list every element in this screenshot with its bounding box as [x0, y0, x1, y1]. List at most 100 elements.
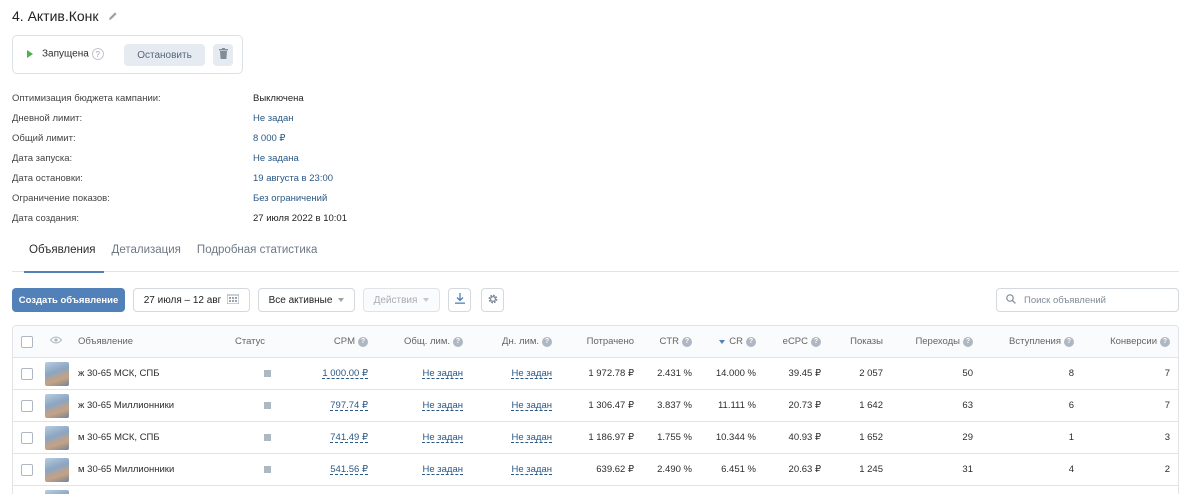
col-clicks[interactable]: Переходы? — [893, 326, 973, 357]
day-limit-value[interactable]: Не задан — [512, 432, 553, 443]
status-indicator — [263, 466, 271, 473]
table-row[interactable] — [13, 486, 1178, 494]
cpm-value[interactable]: 797.74 ₽ — [330, 400, 368, 411]
select-all-checkbox[interactable] — [21, 335, 33, 348]
col-spent[interactable]: Потрачено — [563, 326, 634, 357]
cpm-value[interactable]: 1 000.00 ₽ — [322, 368, 368, 379]
ecpc-value: 40.93 ₽ — [788, 432, 821, 443]
ad-name[interactable]: ж 30-65 МСК, СПБ — [78, 358, 228, 389]
ad-thumbnail[interactable] — [45, 489, 69, 494]
actions-dropdown[interactable]: Действия — [363, 288, 440, 312]
col-total-limit[interactable]: Общ. лим.? — [383, 326, 463, 357]
table-row[interactable]: м 30-65 МСК, СПБ 741.49 ₽ Не задан Не задан… — [13, 422, 1178, 454]
col-day-limit[interactable]: Дн. лим.? — [481, 326, 552, 357]
day-limit-value[interactable]: Не задан — [512, 368, 553, 379]
status-filter-dropdown[interactable]: Все активные — [258, 288, 355, 312]
ad-name[interactable]: м 30-65 Миллионники — [78, 454, 228, 485]
clicks-value: 63 — [962, 400, 973, 411]
help-icon[interactable]: ? — [811, 336, 821, 347]
select-all-cell — [21, 326, 35, 357]
campaign-info: Оптимизация бюджета кампании: Выключена Дн… — [12, 88, 347, 228]
col-cr[interactable]: CR? — [698, 326, 756, 357]
info-value[interactable]: Не задана — [253, 153, 299, 164]
ad-thumbnail-cell — [45, 358, 69, 389]
campaign-status-panel: Запущена? Остановить — [12, 35, 243, 74]
delete-button[interactable] — [213, 44, 233, 66]
tab-0[interactable]: Объявления — [12, 238, 104, 273]
ad-thumbnail[interactable] — [45, 457, 69, 482]
col-ecpc[interactable]: eCPC? — [763, 326, 821, 357]
tab-1[interactable]: Детализация — [104, 238, 189, 272]
col-conversions[interactable]: Конверсии? — [1083, 326, 1170, 357]
col-ad[interactable]: Объявление — [78, 326, 228, 357]
row-checkbox[interactable] — [21, 463, 33, 476]
cpm-value[interactable]: 741.49 ₽ — [330, 432, 368, 443]
tab-2[interactable]: Подробная статистика — [189, 238, 326, 272]
chevron-down-icon — [423, 298, 430, 302]
search-box[interactable] — [996, 288, 1179, 312]
col-status[interactable]: Статус — [235, 326, 285, 357]
col-ctr-label: CTR — [659, 336, 679, 347]
search-input[interactable] — [1024, 294, 1174, 306]
col-impressions[interactable]: Показы — [828, 326, 883, 357]
total-limit-value[interactable]: Не задан — [423, 432, 464, 443]
total-limit-cell: Не задан — [383, 454, 464, 485]
help-icon[interactable]: ? — [453, 336, 463, 347]
day-limit-value[interactable]: Не задан — [512, 464, 553, 475]
table-row[interactable]: ж 30-65 МСК, СПБ 1 000.00 ₽ Не задан Не зад… — [13, 358, 1178, 390]
ad-thumbnail[interactable] — [45, 393, 69, 418]
row-checkbox-cell — [21, 390, 35, 421]
help-icon[interactable]: ? — [1064, 336, 1074, 347]
create-ad-button[interactable]: Создать объявление — [12, 288, 125, 312]
help-icon[interactable]: ? — [682, 336, 692, 347]
ecpc-value: 39.45 ₽ — [788, 368, 821, 379]
page-title: 4. Актив.Конк — [12, 8, 99, 24]
total-limit-value[interactable]: Не задан — [423, 368, 464, 379]
settings-button[interactable] — [481, 288, 504, 312]
row-checkbox-cell — [21, 454, 35, 485]
cpm-value[interactable]: 541.56 ₽ — [330, 464, 368, 475]
cpm-cell: 741.49 ₽ — [303, 422, 368, 453]
info-value[interactable]: Без ограничений — [253, 193, 327, 204]
spent-value: 1 306.47 ₽ — [588, 400, 634, 411]
table-row[interactable]: м 30-65 Миллионники 541.56 ₽ Не задан Не за… — [13, 454, 1178, 486]
date-range-picker[interactable]: 27 июля – 12 авг — [133, 288, 250, 312]
help-icon[interactable]: ? — [542, 336, 552, 347]
row-checkbox[interactable] — [21, 367, 33, 380]
ad-name[interactable]: ж 30-65 Миллионники — [78, 390, 228, 421]
pencil-icon[interactable] — [107, 10, 119, 22]
ad-thumbnail[interactable] — [45, 361, 69, 386]
eye-column[interactable] — [49, 326, 64, 357]
info-row: Ограничение показов: Без ограничений — [12, 188, 347, 208]
col-ctr[interactable]: CTR? — [643, 326, 692, 357]
help-icon[interactable]: ? — [358, 336, 368, 347]
col-cr-label: CR — [729, 336, 743, 347]
col-cpm[interactable]: CPM? — [303, 326, 368, 357]
info-row: Дневной лимит: Не задан — [12, 108, 347, 128]
info-value[interactable]: 8 000 ₽ — [253, 133, 285, 144]
impressions-value: 2 057 — [859, 368, 883, 379]
table-row[interactable]: ж 30-65 Миллионники 797.74 ₽ Не задан Не за… — [13, 390, 1178, 422]
total-limit-value[interactable]: Не задан — [423, 400, 464, 411]
table-header: Объявление Статус CPM? Общ. лим.? Дн. ли… — [13, 326, 1178, 358]
ad-thumbnail[interactable] — [45, 425, 69, 450]
total-limit-cell: Не задан — [383, 358, 464, 389]
stop-button[interactable]: Остановить — [124, 44, 205, 66]
total-limit-value[interactable]: Не задан — [423, 464, 464, 475]
help-icon[interactable]: ? — [746, 336, 756, 347]
row-checkbox[interactable] — [21, 431, 33, 444]
info-value[interactable]: 19 августа в 23:00 — [253, 173, 333, 184]
help-icon[interactable]: ? — [1160, 336, 1170, 347]
download-button[interactable] — [448, 288, 471, 312]
cpm-cell: 1 000.00 ₽ — [303, 358, 368, 389]
day-limit-value[interactable]: Не задан — [512, 400, 553, 411]
info-value[interactable]: Не задан — [253, 113, 294, 124]
info-key: Дневной лимит: — [12, 112, 83, 124]
row-checkbox[interactable] — [21, 399, 33, 412]
calendar-icon — [226, 294, 240, 307]
help-icon[interactable]: ? — [91, 48, 104, 60]
status-indicator — [263, 434, 271, 441]
help-icon[interactable]: ? — [963, 336, 973, 347]
ad-name[interactable]: м 30-65 МСК, СПБ — [78, 422, 228, 453]
col-joins[interactable]: Вступления? — [983, 326, 1074, 357]
